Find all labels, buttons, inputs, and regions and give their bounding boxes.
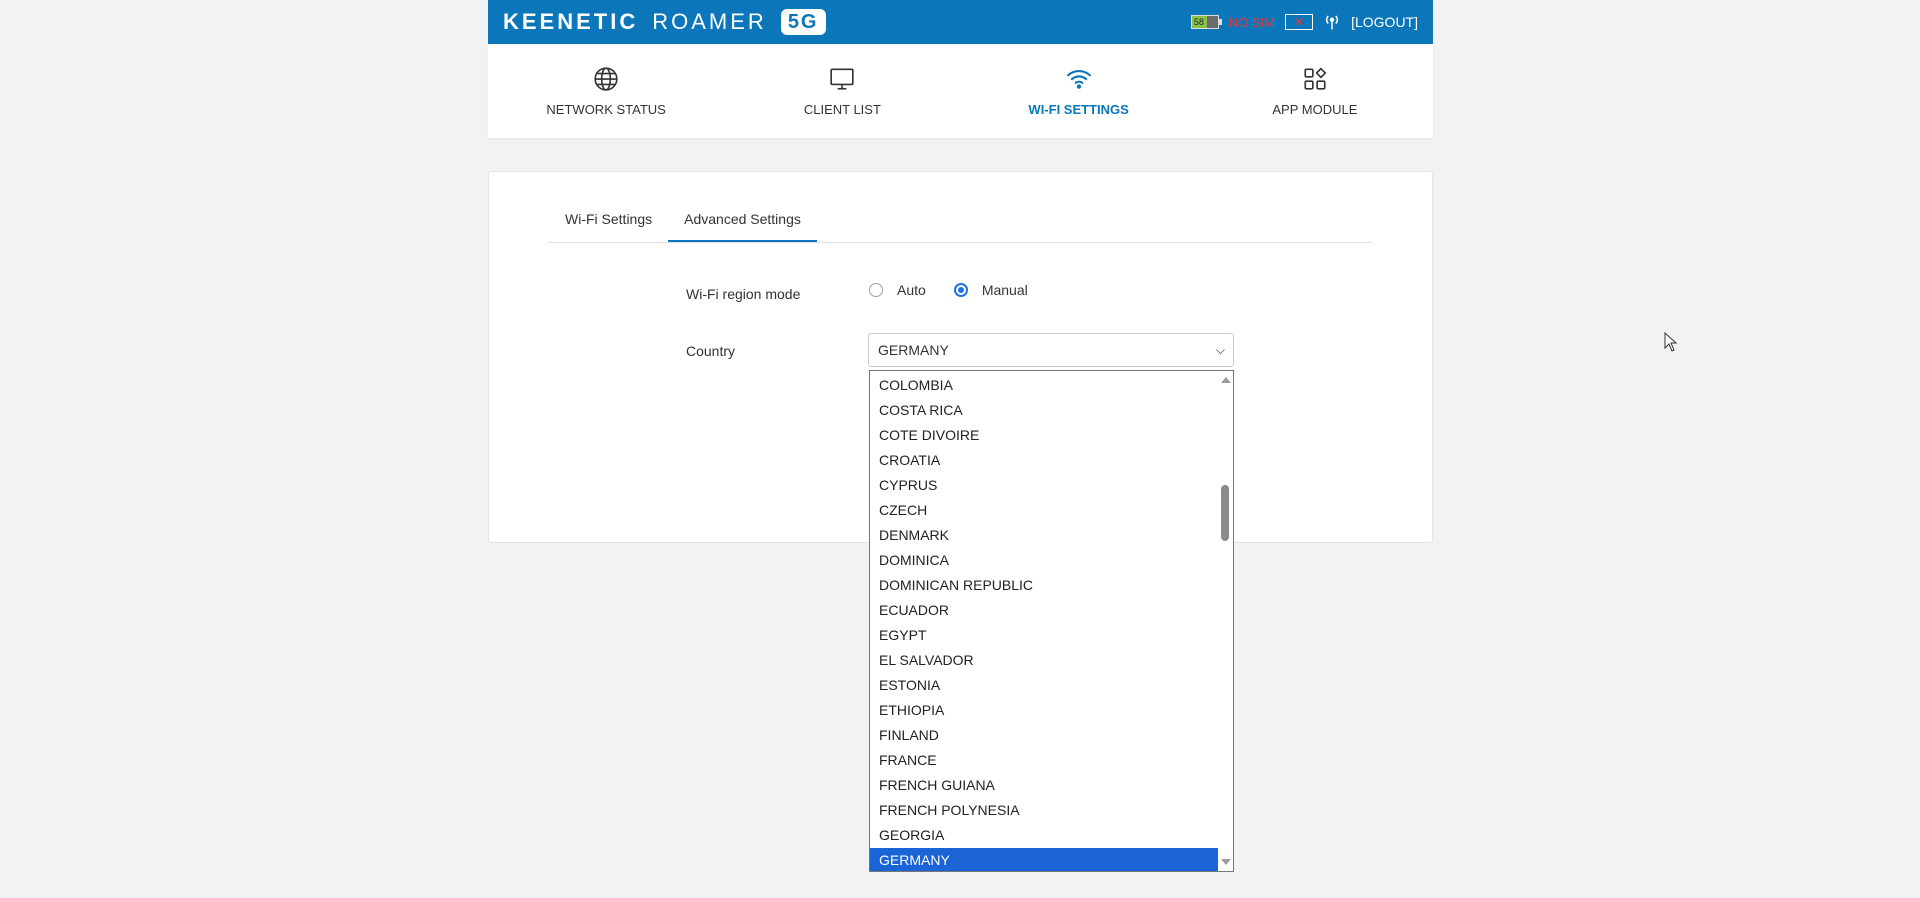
country-option[interactable]: CROATIA bbox=[870, 448, 1218, 473]
country-option[interactable]: FRANCE bbox=[870, 748, 1218, 773]
top-bar: KEENETIC ROAMER 5G 58 NO SIM ✕ [LOGOUT] bbox=[488, 0, 1433, 44]
scroll-up-arrow-icon[interactable] bbox=[1221, 377, 1231, 383]
monitor-icon bbox=[830, 67, 855, 90]
country-option[interactable]: COLOMBIA bbox=[870, 373, 1218, 398]
country-option[interactable]: COSTA RICA bbox=[870, 398, 1218, 423]
status-area: 58 NO SIM ✕ [LOGOUT] bbox=[1190, 13, 1418, 31]
country-option[interactable]: DOMINICA bbox=[870, 548, 1218, 573]
battery-level: 58 bbox=[1193, 17, 1204, 27]
nav-label: CLIENT LIST bbox=[803, 101, 881, 117]
country-option[interactable]: CYPRUS bbox=[870, 473, 1218, 498]
country-option[interactable]: CZECH bbox=[870, 498, 1218, 523]
country-option[interactable]: FRENCH GUIANA bbox=[870, 773, 1218, 798]
model-name: ROAMER bbox=[652, 9, 767, 34]
battery-icon: 58 bbox=[1190, 15, 1222, 29]
country-select[interactable]: GERMANY ⌵ bbox=[868, 333, 1234, 367]
country-option[interactable]: DOMINICAN REPUBLIC bbox=[870, 573, 1218, 598]
radio-auto[interactable] bbox=[869, 283, 883, 297]
settings-tabs: Wi-Fi Settings Advanced Settings bbox=[549, 198, 1371, 243]
antenna-icon bbox=[1326, 15, 1339, 30]
nav-label: NETWORK STATUS bbox=[546, 101, 666, 117]
radio-manual[interactable] bbox=[953, 283, 968, 297]
5g-badge: 5G bbox=[780, 9, 826, 35]
country-option[interactable]: EGYPT bbox=[870, 623, 1218, 648]
country-option[interactable]: ECUADOR bbox=[870, 598, 1218, 623]
brand-name: KEENETIC bbox=[503, 9, 639, 34]
wifi-icon bbox=[1066, 69, 1091, 89]
scrollbar-thumb[interactable] bbox=[1221, 485, 1229, 541]
nav-label: APP MODULE bbox=[1272, 101, 1358, 117]
radio-manual-label: Manual bbox=[981, 282, 1028, 298]
mouse-cursor-icon bbox=[1664, 332, 1678, 352]
radio-auto-label: Auto bbox=[897, 282, 926, 298]
country-label: Country bbox=[686, 343, 736, 359]
country-option[interactable]: ETHIOPIA bbox=[870, 698, 1218, 723]
country-option[interactable]: GERMANY bbox=[870, 848, 1218, 871]
country-option[interactable]: FINLAND bbox=[870, 723, 1218, 748]
nav-wifi-settings[interactable]: WI-FI SETTINGS bbox=[961, 44, 1197, 138]
nav-network-status[interactable]: NETWORK STATUS bbox=[488, 44, 724, 138]
country-option[interactable]: ESTONIA bbox=[870, 673, 1218, 698]
nav-label: WI-FI SETTINGS bbox=[1028, 101, 1129, 117]
country-option[interactable]: DENMARK bbox=[870, 523, 1218, 548]
country-option[interactable]: FRENCH POLYNESIA bbox=[870, 798, 1218, 823]
nav-app-module[interactable]: APP MODULE bbox=[1197, 44, 1433, 138]
country-option[interactable]: COTE DIVOIRE bbox=[870, 423, 1218, 448]
country-options: COLOMBIA COSTA RICA COTE DIVOIRE CROATIA CYP… bbox=[870, 371, 1218, 871]
region-mode-radio-group: Auto Manual bbox=[869, 282, 1056, 298]
region-mode-label: Wi-Fi region mode bbox=[686, 286, 801, 302]
logo: KEENETIC ROAMER 5G bbox=[503, 9, 826, 35]
chevron-down-icon: ⌵ bbox=[1215, 342, 1225, 357]
logout-link[interactable]: [LOGOUT] bbox=[1351, 14, 1418, 30]
sim-card-icon: ✕ bbox=[1285, 14, 1314, 30]
tab-advanced-settings[interactable]: Advanced Settings bbox=[668, 198, 817, 242]
main-nav: NETWORK STATUS CLIENT LIST WI-FI SETTING… bbox=[488, 44, 1433, 138]
country-option[interactable]: GEORGIA bbox=[870, 823, 1218, 848]
globe-icon bbox=[594, 66, 618, 91]
scroll-down-arrow-icon[interactable] bbox=[1221, 859, 1231, 865]
country-dropdown-list[interactable]: COLOMBIA COSTA RICA COTE DIVOIRE CROATIA CYP… bbox=[869, 370, 1234, 872]
apps-grid-icon bbox=[1304, 67, 1327, 90]
dropdown-scrollbar[interactable] bbox=[1218, 371, 1233, 871]
country-select-value: GERMANY bbox=[878, 342, 949, 358]
app-shell: KEENETIC ROAMER 5G 58 NO SIM ✕ [LOGOUT] bbox=[488, 0, 1433, 138]
tab-wifi-settings[interactable]: Wi-Fi Settings bbox=[549, 198, 668, 242]
country-option[interactable]: EL SALVADOR bbox=[870, 648, 1218, 673]
nav-client-list[interactable]: CLIENT LIST bbox=[724, 44, 960, 138]
sim-status: NO SIM bbox=[1228, 14, 1276, 30]
